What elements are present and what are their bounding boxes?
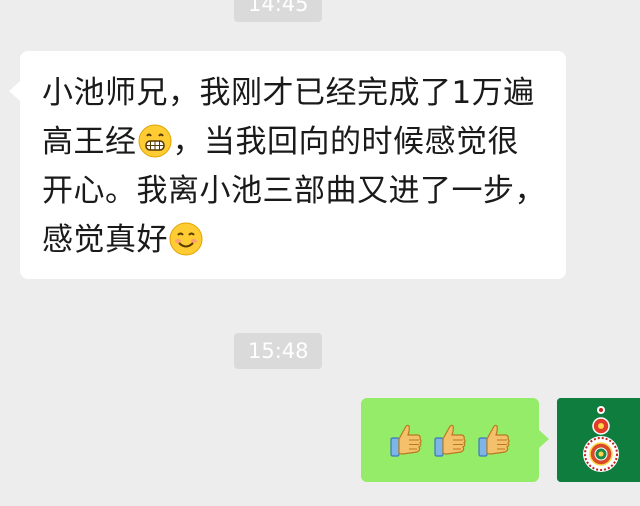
thumbs-up-icon: [434, 424, 466, 457]
user-avatar[interactable]: [557, 398, 640, 482]
thumbs-up-icon: [390, 424, 422, 457]
timestamp-middle: 15:48: [234, 333, 322, 369]
mandala-avatar-icon: [557, 398, 640, 482]
grinning-face-emoji-icon: [138, 124, 171, 158]
thumbs-up-icon: [478, 424, 510, 457]
outgoing-message-bubble[interactable]: [361, 398, 549, 482]
incoming-message-bubble[interactable]: 小池师兄，我刚才已经完成了1万遍高王经 ，当我回向的时候感觉很开心。我离小池三部…: [9, 51, 566, 279]
timestamp-top: 14:45: [234, 0, 322, 22]
incoming-message-text: 小池师兄，我刚才已经完成了1万遍高王经 ，当我回向的时候感觉很开心。我离小池三部…: [42, 69, 546, 265]
smiling-face-emoji-icon: [169, 222, 203, 256]
